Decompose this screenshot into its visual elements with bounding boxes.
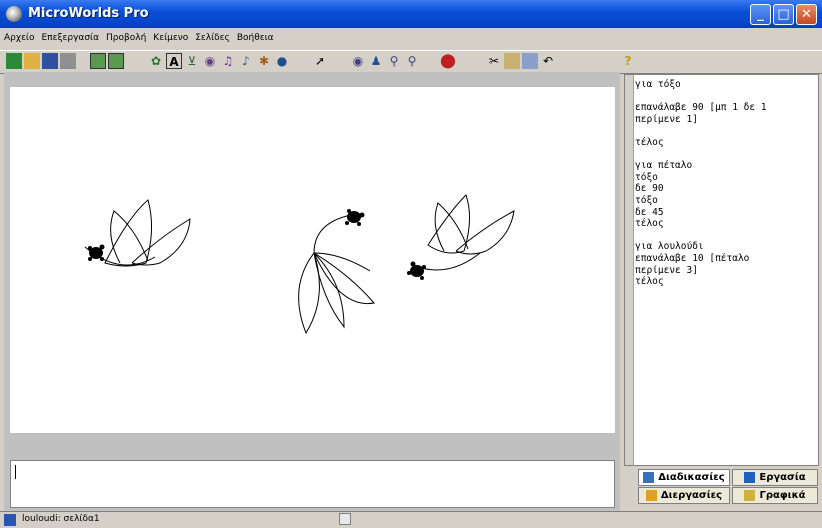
- shapes-icon[interactable]: ✱: [256, 53, 272, 69]
- button-icon[interactable]: ⊻: [184, 53, 200, 69]
- fullscreen-icon[interactable]: [108, 53, 124, 69]
- text-caret: [15, 465, 16, 479]
- procedures-pane[interactable]: για τόξο επανάλαβε 90 [μπ 1 δε 1 περίμεν…: [624, 74, 819, 466]
- pointer-icon[interactable]: ➚: [312, 53, 328, 69]
- status-page-button[interactable]: [339, 513, 351, 525]
- status-bar: louloudi: σελίδα1: [0, 511, 822, 528]
- drawing-canvas[interactable]: [10, 87, 615, 433]
- app-icon: [6, 6, 22, 22]
- cut-icon[interactable]: ✂: [486, 53, 502, 69]
- page-icon: [4, 514, 16, 526]
- tab-processes-label: Διεργασίες: [660, 490, 723, 501]
- procedures-scrollbar[interactable]: [625, 75, 634, 465]
- title-bar: MicroWorlds Pro _ □ ✕: [0, 0, 822, 28]
- turtle-graphics: [84, 194, 515, 335]
- menu-text[interactable]: Κείμενο: [149, 30, 191, 43]
- minimize-button[interactable]: _: [750, 4, 771, 25]
- pane-tabs: Διαδικασίες Εργασία Διεργασίες Γραφικά: [638, 469, 818, 505]
- tab-procedures[interactable]: Διαδικασίες: [638, 469, 730, 486]
- status-text: louloudi: σελίδα1: [22, 514, 100, 524]
- paint-icon[interactable]: ●: [274, 53, 290, 69]
- processes-tab-icon: [645, 489, 657, 501]
- text-box-icon[interactable]: A: [166, 53, 182, 69]
- menu-edit[interactable]: Επεξεργασία: [38, 30, 103, 43]
- tab-project[interactable]: Εργασία: [732, 469, 818, 486]
- copy-icon[interactable]: [504, 53, 520, 69]
- procedures-text[interactable]: για τόξο επανάλαβε 90 [μπ 1 δε 1 περίμεν…: [635, 79, 818, 288]
- command-center-input[interactable]: [10, 460, 615, 508]
- menu-help[interactable]: Βοήθεια: [233, 30, 277, 43]
- menu-pages[interactable]: Σελίδες: [191, 30, 233, 43]
- turtle-3-icon: [410, 265, 424, 277]
- save-project-icon[interactable]: [42, 53, 58, 69]
- toolbar: ✿ A ⊻ ◉ ♫ ♪ ✱ ● ➚ ◉ ♟ ⚲ ⚲ ⬤ ✂ ↶ ?: [0, 50, 822, 74]
- zoom-out-icon[interactable]: ⚲: [404, 53, 420, 69]
- music-icon[interactable]: ♫: [220, 53, 236, 69]
- tab-processes[interactable]: Διεργασίες: [638, 487, 730, 504]
- stop-icon[interactable]: ⬤: [440, 53, 456, 69]
- undo-icon[interactable]: ↶: [540, 53, 556, 69]
- stamp-icon[interactable]: ♟: [368, 53, 384, 69]
- procedures-tab-icon: [643, 471, 655, 483]
- new-project-icon[interactable]: [6, 53, 22, 69]
- tab-procedures-label: Διαδικασίες: [658, 472, 725, 483]
- open-project-icon[interactable]: [24, 53, 40, 69]
- maximize-button[interactable]: □: [773, 4, 794, 25]
- menu-view[interactable]: Προβολή: [102, 30, 149, 43]
- paste-icon[interactable]: [522, 53, 538, 69]
- tab-graphics[interactable]: Γραφικά: [732, 487, 818, 504]
- graphics-tab-icon: [744, 489, 756, 501]
- tab-graphics-label: Γραφικά: [759, 490, 806, 501]
- window-title: MicroWorlds Pro: [28, 6, 149, 21]
- zoom-in-icon[interactable]: ⚲: [386, 53, 402, 69]
- project-tab-icon: [744, 471, 756, 483]
- tab-project-label: Εργασία: [759, 472, 806, 483]
- help-icon[interactable]: ?: [620, 53, 636, 69]
- turtle-icon[interactable]: ✿: [148, 53, 164, 69]
- print-icon[interactable]: [60, 53, 76, 69]
- menu-bar: Αρχείο Επεξεργασία Προβολή Κείμενο Σελίδες Βο…: [0, 30, 822, 48]
- close-button[interactable]: ✕: [796, 4, 817, 25]
- slider-icon[interactable]: ◉: [202, 53, 218, 69]
- eye-icon[interactable]: ◉: [350, 53, 366, 69]
- page-view-icon[interactable]: [90, 53, 106, 69]
- menu-file[interactable]: Αρχείο: [0, 30, 38, 43]
- sound-icon[interactable]: ♪: [238, 53, 254, 69]
